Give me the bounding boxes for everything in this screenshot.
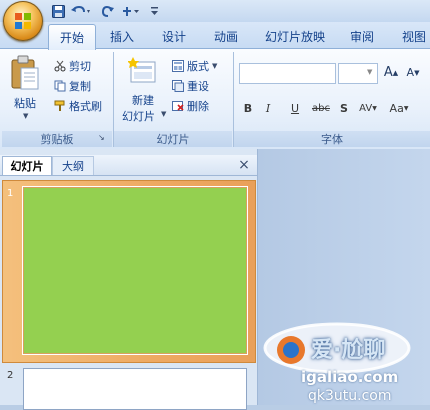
close-icon[interactable]: ×: [237, 157, 251, 173]
dialog-launcher-icon[interactable]: ↘: [98, 133, 105, 142]
save-icon[interactable]: [50, 3, 66, 19]
reset-icon: [172, 80, 184, 92]
cut-button[interactable]: 剪切: [54, 58, 91, 74]
paste-button-label[interactable]: 粘贴: [14, 95, 36, 111]
tab-outline[interactable]: 大纲: [52, 156, 94, 175]
new-slide-icon[interactable]: [127, 56, 158, 90]
strikethrough-button[interactable]: abc: [310, 99, 332, 117]
text-shadow-button[interactable]: S: [337, 99, 351, 117]
new-slide-label-2[interactable]: 幻灯片: [122, 108, 155, 124]
undo-icon[interactable]: [70, 3, 92, 19]
italic-button[interactable]: I: [260, 99, 276, 117]
slides-group-label: 幻灯片: [114, 131, 232, 147]
tab-review[interactable]: 审阅: [340, 25, 384, 47]
redo-icon[interactable]: [100, 3, 116, 19]
tab-animations[interactable]: 动画: [204, 25, 248, 47]
layout-label: 版式: [187, 60, 209, 73]
character-spacing-button[interactable]: AV ▼: [356, 99, 380, 117]
tab-slides[interactable]: 幻灯片: [2, 156, 52, 175]
new-slide-dropdown-icon[interactable]: ▼: [161, 110, 166, 118]
reset-label: 重设: [187, 80, 209, 93]
watermark: 爱·尬聊 igaliao.com qk3utu.com: [253, 318, 430, 405]
format-painter-label: 格式刷: [69, 100, 102, 113]
copy-button[interactable]: 复制: [54, 78, 91, 94]
clipboard-group-label: 剪贴板: [2, 131, 112, 147]
underline-button[interactable]: U: [287, 99, 303, 117]
copy-icon: [54, 80, 66, 92]
delete-label: 删除: [187, 100, 209, 113]
tab-home[interactable]: 开始: [48, 24, 96, 50]
grow-font-button[interactable]: A ▲: [381, 63, 401, 82]
font-name-combo[interactable]: [239, 63, 336, 84]
change-case-button[interactable]: Aa ▼: [387, 99, 411, 117]
paste-icon[interactable]: [9, 54, 43, 94]
slide-number: 2: [7, 370, 14, 381]
tab-design[interactable]: 设计: [152, 25, 196, 47]
layout-button[interactable]: 版式 ▼: [172, 58, 217, 74]
office-logo-icon: [15, 13, 31, 29]
office-button[interactable]: [3, 1, 43, 41]
tab-view[interactable]: 视图: [392, 25, 430, 47]
new-slide-label-1[interactable]: 新建: [132, 92, 154, 108]
format-painter-button[interactable]: 格式刷: [54, 98, 102, 114]
layout-icon: [172, 60, 184, 72]
format-painter-icon: [54, 100, 65, 111]
scissors-icon: [54, 60, 66, 72]
delete-slide-icon: [172, 101, 184, 111]
watermark-text-main: 爱·尬聊: [311, 338, 386, 363]
slide-thumbnail[interactable]: [23, 368, 247, 410]
paste-dropdown-arrow-icon[interactable]: ▼: [23, 112, 28, 120]
copy-label: 复制: [69, 80, 91, 93]
shrink-font-button[interactable]: A ▼: [403, 63, 423, 82]
watermark-text-url: igaliao.com: [301, 368, 399, 386]
reset-button[interactable]: 重设: [172, 78, 209, 94]
font-group-label: 字体: [234, 131, 430, 147]
layout-dropdown-icon: ▼: [212, 62, 218, 70]
slide-thumbnail[interactable]: [23, 187, 247, 354]
delete-slide-button[interactable]: 删除: [172, 98, 209, 114]
cut-label: 剪切: [69, 60, 91, 73]
tab-insert[interactable]: 插入: [100, 25, 144, 47]
font-size-dropdown-icon[interactable]: ▼: [367, 68, 372, 76]
tab-slideshow[interactable]: 幻灯片放映: [258, 25, 332, 47]
customize-qat-icon[interactable]: [148, 3, 160, 19]
insert-table-icon[interactable]: [120, 3, 142, 19]
slide-number: 1: [7, 188, 14, 199]
bold-button[interactable]: B: [240, 99, 256, 117]
watermark-text-url2: qk3utu.com: [308, 388, 392, 404]
